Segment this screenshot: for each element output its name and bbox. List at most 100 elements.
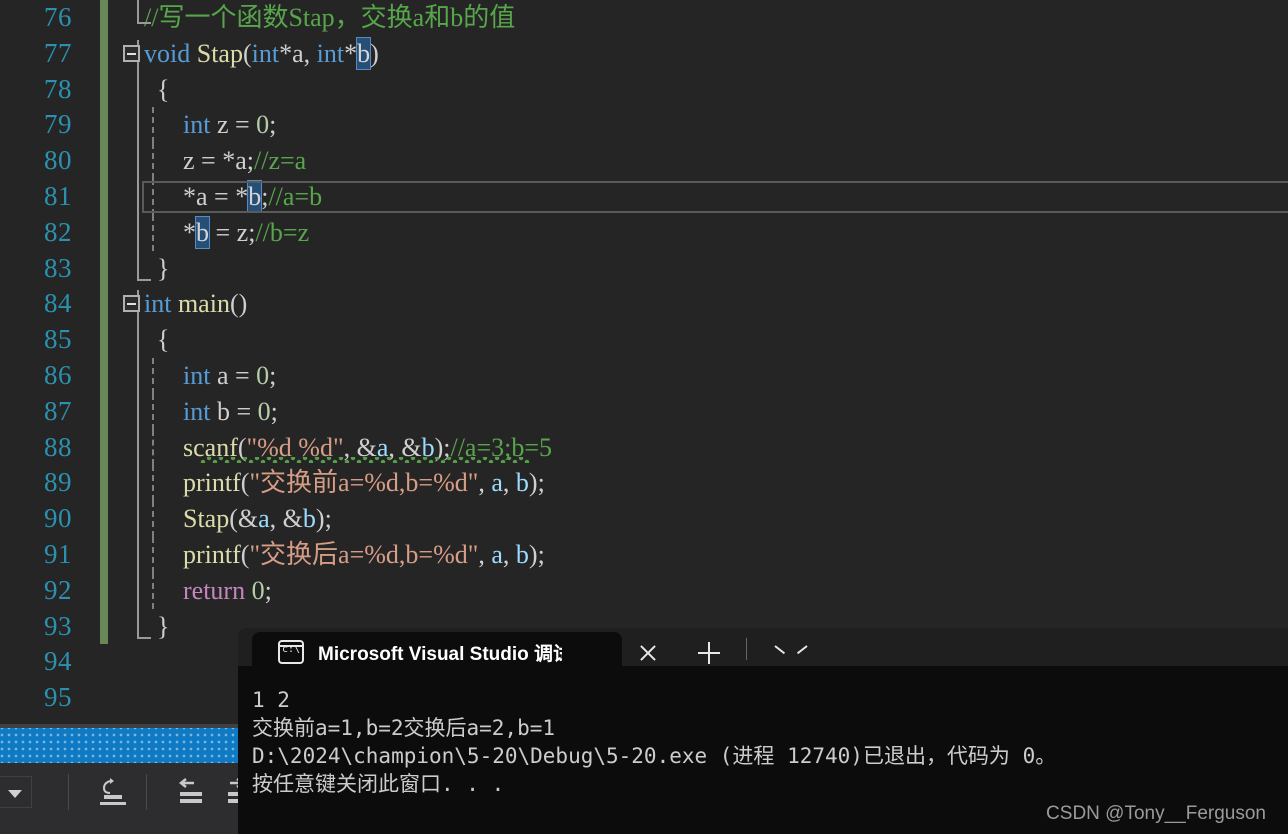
code-token: );	[528, 468, 545, 498]
visual-studio-window: 76 //写一个函数Stap，交换a和b的值 77 void Stap(int*a, …	[0, 0, 1288, 834]
change-indicator	[100, 35, 108, 72]
undo-indent-button[interactable]	[96, 775, 136, 809]
scope-guide-cap	[137, 278, 151, 281]
code-line[interactable]: 81 *a = *b;//a=b	[0, 178, 1288, 215]
line-number: 80	[44, 145, 72, 176]
change-indicator	[100, 393, 108, 430]
line-number: 91	[44, 538, 72, 569]
change-indicator	[100, 178, 108, 215]
code-text: *a = *b;//a=b	[144, 179, 322, 215]
change-indicator	[100, 250, 108, 287]
change-indicator	[100, 214, 108, 251]
code-token: a	[292, 38, 304, 68]
line-number: 77	[44, 37, 72, 68]
change-indicator	[100, 322, 108, 358]
code-line[interactable]: 82 *b = z;//b=z	[0, 214, 1288, 251]
code-line[interactable]: 92 return 0;	[0, 572, 1288, 609]
code-token: ;	[269, 360, 277, 390]
console-window[interactable]: Microsoft Visual Studio 调试控 1 2 交换前a=1,b=…	[238, 628, 1288, 834]
collapse-toggle[interactable]	[123, 295, 140, 313]
code-token: z	[236, 217, 249, 247]
code-token: main	[177, 289, 230, 319]
code-text: printf("交换后a=%d,b=%d", a, b);	[144, 537, 545, 573]
code-token: ,	[478, 539, 492, 569]
code-text: int a = 0;	[144, 358, 276, 394]
line-number: 93	[44, 610, 72, 641]
code-line[interactable]: 80 z = *a;//z=a	[0, 143, 1288, 179]
new-tab-icon[interactable]	[698, 642, 720, 664]
code-token: int	[251, 38, 280, 68]
chevron-down-icon[interactable]	[776, 645, 794, 655]
code-line[interactable]: 77 void Stap(int*a, int*b)	[0, 35, 1288, 72]
toolbar-separator	[68, 774, 69, 810]
change-indicator	[100, 143, 108, 179]
code-token: Stap	[183, 504, 230, 534]
filter-dropdown[interactable]	[0, 776, 32, 808]
code-token: {	[144, 74, 170, 104]
cmd-prompt-icon	[278, 640, 304, 664]
code-line[interactable]: 84 int main()	[0, 286, 1288, 323]
code-token: return	[183, 575, 246, 605]
change-indicator	[100, 357, 108, 394]
code-line[interactable]: 86 int a = 0;	[0, 357, 1288, 394]
code-line[interactable]: 89 printf("交换前a=%d,b=%d", a, b);	[0, 465, 1288, 502]
code-line[interactable]: 83 }	[0, 250, 1288, 287]
change-indicator	[100, 608, 108, 645]
code-line[interactable]: 90 Stap(&a, &b);	[0, 501, 1288, 537]
code-line[interactable]: 78 {	[0, 71, 1288, 108]
console-tab[interactable]: Microsoft Visual Studio 调试控	[252, 632, 622, 672]
outdent-button[interactable]	[172, 775, 212, 809]
code-token: 0	[256, 360, 270, 390]
line-number: 79	[44, 109, 72, 140]
code-line[interactable]: 79 int z = 0;	[0, 107, 1288, 144]
code-token: =	[236, 396, 258, 426]
code-token: //a=b	[268, 181, 323, 211]
code-token: ;	[246, 146, 254, 176]
change-indicator	[100, 465, 108, 502]
line-number: 76	[44, 2, 72, 32]
code-token: //b=z	[255, 217, 310, 247]
code-text: printf("交换前a=%d,b=%d", a, b);	[144, 465, 545, 501]
code-line[interactable]: 87 int b = 0;	[0, 393, 1288, 430]
code-token: 0	[251, 575, 265, 605]
code-token: ;	[264, 575, 272, 605]
chevron-down-icon	[8, 790, 22, 798]
scope-guide-line	[137, 290, 139, 637]
code-token: b	[515, 539, 529, 569]
code-editor[interactable]: 76 //写一个函数Stap，交换a和b的值 77 void Stap(int*a, …	[0, 0, 1288, 724]
code-line[interactable]: 76 //写一个函数Stap，交换a和b的值	[0, 0, 1288, 36]
collapse-toggle[interactable]	[123, 44, 140, 62]
code-token: *	[144, 181, 196, 211]
code-line[interactable]: 88 scanf("%d %d", &a, &b);//a=3;b=5	[0, 429, 1288, 466]
scope-guide-cap	[137, 636, 151, 639]
code-token: Stap	[196, 38, 243, 68]
code-token: =	[235, 360, 257, 390]
code-token: ,	[478, 468, 492, 498]
change-indicator	[100, 536, 108, 573]
code-token: {	[144, 325, 170, 355]
console-tab-title: Microsoft Visual Studio 调试控	[318, 643, 562, 665]
line-number: 83	[44, 252, 72, 283]
code-token: b	[247, 179, 263, 213]
code-line-list[interactable]: 76 //写一个函数Stap，交换a和b的值 77 void Stap(int*a, …	[0, 0, 1288, 716]
code-token: int	[183, 360, 211, 390]
close-icon[interactable]	[638, 643, 658, 663]
code-text: //写一个函数Stap，交换a和b的值	[144, 0, 515, 36]
line-number: 82	[44, 216, 72, 247]
scope-guide-cap	[137, 22, 151, 24]
console-tab-bar[interactable]: Microsoft Visual Studio 调试控	[238, 628, 1288, 672]
change-indicator	[100, 680, 108, 716]
code-line[interactable]: 91 printf("交换后a=%d,b=%d", a, b);	[0, 536, 1288, 573]
line-number: 92	[44, 574, 72, 605]
code-token: int	[316, 38, 345, 68]
code-line[interactable]: 85 {	[0, 322, 1288, 358]
code-token: ()	[229, 289, 248, 319]
line-number: 88	[44, 431, 72, 462]
code-token: (&	[229, 504, 259, 534]
scope-guide-line	[137, 39, 139, 279]
